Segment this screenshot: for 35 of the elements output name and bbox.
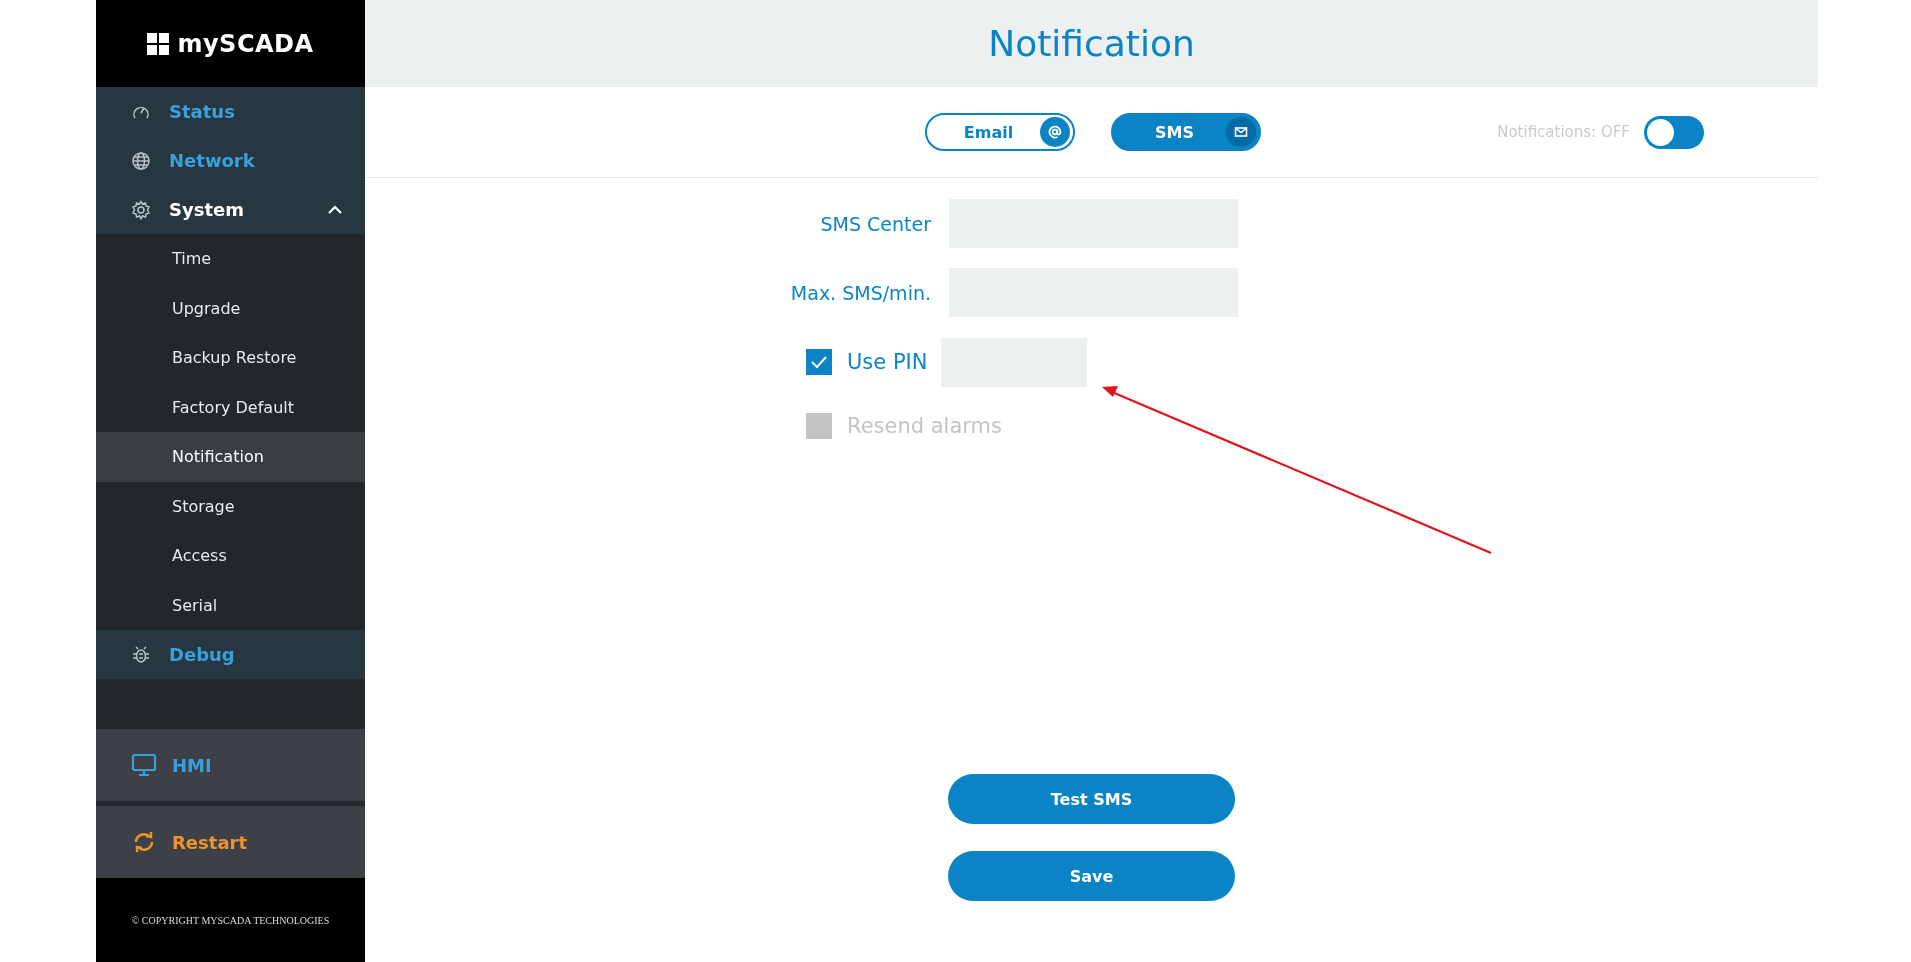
at-sign-icon	[1040, 117, 1070, 147]
field-label: Max. SMS/min.	[789, 281, 932, 304]
test-button[interactable]: Test SMS	[948, 774, 1235, 824]
notifications-switch[interactable]	[1644, 115, 1704, 149]
nav-item[interactable]: Restart	[96, 806, 365, 878]
channel-tab[interactable]: Email	[925, 113, 1075, 151]
envelope-icon	[1226, 117, 1256, 147]
nav-subitem[interactable]: Access	[96, 531, 365, 581]
nav-item[interactable]: Network	[96, 136, 365, 185]
nav-subitem[interactable]: Factory Default	[96, 382, 365, 432]
logo-icon	[147, 32, 170, 55]
checkbox-label: Resend alarms	[847, 414, 1002, 438]
page-title: Notification	[988, 23, 1195, 64]
nav-subitem[interactable]: Upgrade	[96, 283, 365, 333]
settings-icon	[131, 199, 151, 220]
chevron-up-icon	[327, 204, 343, 215]
checkbox-label: Use PIN	[847, 350, 928, 374]
logo: mySCADA	[147, 29, 314, 58]
nav-subitem[interactable]: Time	[96, 234, 365, 284]
checkmark-icon	[810, 355, 828, 369]
field-label: SMS Center	[819, 212, 932, 235]
globe-icon	[131, 150, 151, 171]
nav-item[interactable]: Status	[96, 87, 365, 136]
nav-subitem[interactable]: Notification	[96, 432, 365, 482]
nav-subitem[interactable]: Backup Restore	[96, 333, 365, 383]
bug-icon	[131, 644, 151, 665]
checkbox[interactable]	[806, 349, 832, 375]
copyright-text: © COPYRIGHT MYSCADA TECHNOLOGIES	[131, 914, 330, 926]
save-button[interactable]: Save	[948, 851, 1235, 901]
nav-subitem[interactable]: Storage	[96, 481, 365, 531]
nav-subitem[interactable]: Serial	[96, 580, 365, 630]
nav-item[interactable]: Debug	[96, 630, 365, 679]
nav-item[interactable]: System	[96, 185, 365, 234]
nav-item[interactable]: HMI	[96, 729, 365, 801]
channel-tab[interactable]: SMS	[1111, 113, 1261, 151]
